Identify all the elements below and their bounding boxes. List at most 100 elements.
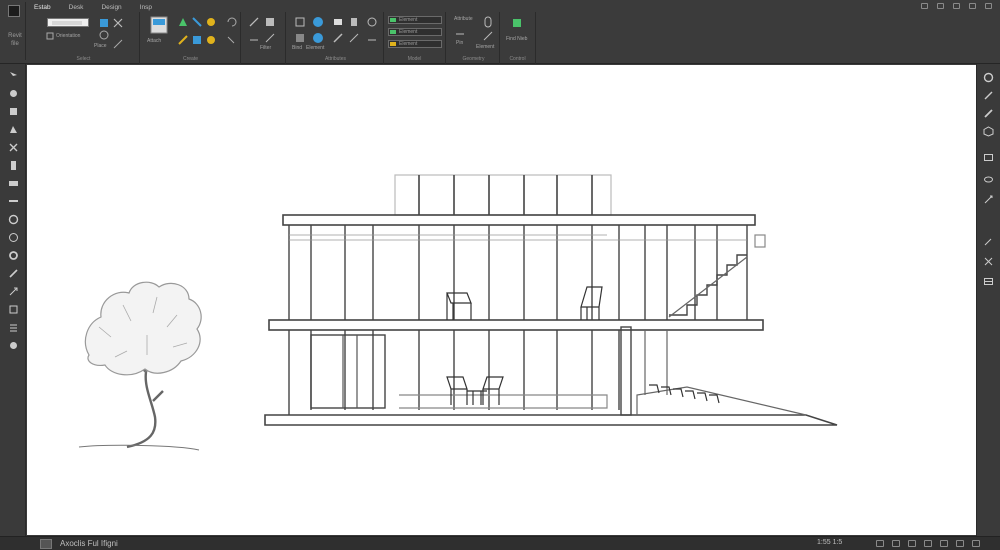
symbol-tool-icon[interactable] <box>8 340 19 351</box>
pin-label: Pin <box>456 40 464 46</box>
cut-icon[interactable] <box>112 17 124 29</box>
circle-tool-icon[interactable] <box>8 214 19 225</box>
grid-icon[interactable] <box>983 276 994 287</box>
panel-create-title: Create <box>182 56 198 62</box>
model-field-1[interactable]: Element <box>388 16 442 24</box>
left-toolbar <box>0 64 26 536</box>
camera-icon[interactable] <box>332 16 344 28</box>
pin-icon[interactable] <box>454 28 466 40</box>
scale-readout: 1:55 1:5 <box>817 539 843 546</box>
door-tool-icon[interactable] <box>177 16 189 28</box>
attach-label: Attach <box>147 38 162 44</box>
layer-icon[interactable] <box>8 178 19 189</box>
shadows-icon[interactable] <box>924 540 932 547</box>
tag-icon[interactable] <box>983 236 994 247</box>
trim-tool-icon[interactable] <box>8 142 19 153</box>
dimension-icon[interactable] <box>983 194 994 205</box>
sun-path-icon[interactable] <box>908 540 916 547</box>
brush-tool-icon[interactable] <box>8 268 19 279</box>
lasso-tool-icon[interactable] <box>8 88 19 99</box>
redo-icon[interactable] <box>225 34 237 46</box>
hand-tool-icon[interactable] <box>8 124 19 135</box>
rotate-element-icon[interactable] <box>482 30 494 42</box>
window-tool-icon[interactable] <box>191 16 203 28</box>
panel-attributes: Bind Element Attributes <box>288 12 384 64</box>
pen-icon[interactable] <box>248 16 260 28</box>
modify-icon[interactable] <box>98 17 110 29</box>
measure-icon[interactable] <box>248 34 260 46</box>
arc-tool-icon[interactable] <box>8 232 19 243</box>
bind-label: Bind <box>292 45 303 51</box>
close-icon[interactable] <box>985 3 992 9</box>
element-label: Element <box>306 45 325 51</box>
place-label: Place <box>94 43 107 49</box>
settings-icon[interactable] <box>953 3 960 9</box>
filter-label: Filter <box>260 45 272 51</box>
element-globe-icon[interactable] <box>312 32 324 44</box>
temporary-hide-icon[interactable] <box>972 540 980 547</box>
panel-filter: Filter <box>242 12 286 64</box>
ribbon-tabs: Estab Desk Design Insp <box>32 3 154 12</box>
panel-geometry-title: Geometry <box>462 56 485 62</box>
element-name-field[interactable] <box>47 18 89 27</box>
column-tool-icon[interactable] <box>177 34 189 46</box>
architectural-drawing <box>78 174 838 451</box>
gear-tool-icon[interactable] <box>8 250 19 261</box>
stretch-tool-icon[interactable] <box>8 286 19 297</box>
panel-attributes-title: Attributes <box>324 56 347 62</box>
panel-control: Find Nieb Control <box>500 12 536 64</box>
detail-level-icon[interactable] <box>876 540 884 547</box>
panel-geometry: Attribute Pin Element Geometry <box>448 12 500 64</box>
edit-icon[interactable] <box>348 32 360 44</box>
undo-icon[interactable] <box>225 16 237 28</box>
refresh-icon[interactable] <box>366 16 378 28</box>
pencil-icon[interactable] <box>983 108 994 119</box>
rectangle-icon[interactable] <box>983 152 994 163</box>
line-tool-icon[interactable] <box>8 196 19 207</box>
panel-select: Orientation Place Select <box>28 12 140 64</box>
crop-icon[interactable] <box>940 540 948 547</box>
navigation-wheel-icon[interactable] <box>983 72 994 83</box>
rotate-icon[interactable] <box>98 29 110 41</box>
model-field-2[interactable]: Element <box>388 28 442 36</box>
type-icon[interactable] <box>348 16 360 28</box>
roof-tool-icon[interactable] <box>191 34 203 46</box>
help-icon[interactable] <box>921 3 928 9</box>
dimension-tool-icon[interactable] <box>8 304 19 315</box>
bind-icon[interactable] <box>294 32 306 44</box>
select-tool-icon[interactable] <box>8 70 19 81</box>
user-icon[interactable] <box>937 3 944 9</box>
orbit-icon[interactable] <box>983 174 994 185</box>
wall-list-icon[interactable] <box>8 160 19 171</box>
model-field-1-label: Element <box>399 17 418 23</box>
align-icon[interactable] <box>112 38 124 50</box>
draw-line-icon[interactable] <box>983 90 994 101</box>
properties-icon[interactable] <box>294 16 306 28</box>
drawing-canvas[interactable] <box>27 65 976 535</box>
tab-desk[interactable]: Desk <box>67 3 86 12</box>
tab-estab[interactable]: Estab <box>32 3 53 12</box>
wall-tool-icon[interactable] <box>149 15 169 35</box>
application-menu-button[interactable]: Revit file <box>2 2 26 60</box>
section-icon[interactable] <box>983 256 994 267</box>
model-icon[interactable] <box>40 539 52 549</box>
paint-icon[interactable] <box>264 16 276 28</box>
line-weight-icon[interactable] <box>332 32 344 44</box>
globe-icon[interactable] <box>312 16 324 28</box>
minimize-icon[interactable] <box>969 3 976 9</box>
view-icon[interactable] <box>366 34 378 46</box>
pan-tool-icon[interactable] <box>8 106 19 117</box>
model-field-3[interactable]: Element <box>388 40 442 48</box>
visual-style-icon[interactable] <box>892 540 900 547</box>
filter-icon[interactable] <box>264 32 276 44</box>
text-tool-icon[interactable] <box>8 322 19 333</box>
cube-icon[interactable] <box>983 126 994 137</box>
element-edit-label: Element <box>476 44 495 50</box>
floor-tool-icon[interactable] <box>205 34 217 46</box>
info-icon[interactable] <box>482 16 494 28</box>
tab-insp[interactable]: Insp <box>138 3 154 12</box>
component-tool-icon[interactable] <box>205 16 217 28</box>
hide-icon[interactable] <box>956 540 964 547</box>
tab-design[interactable]: Design <box>99 3 123 12</box>
find-icon[interactable] <box>511 17 523 29</box>
